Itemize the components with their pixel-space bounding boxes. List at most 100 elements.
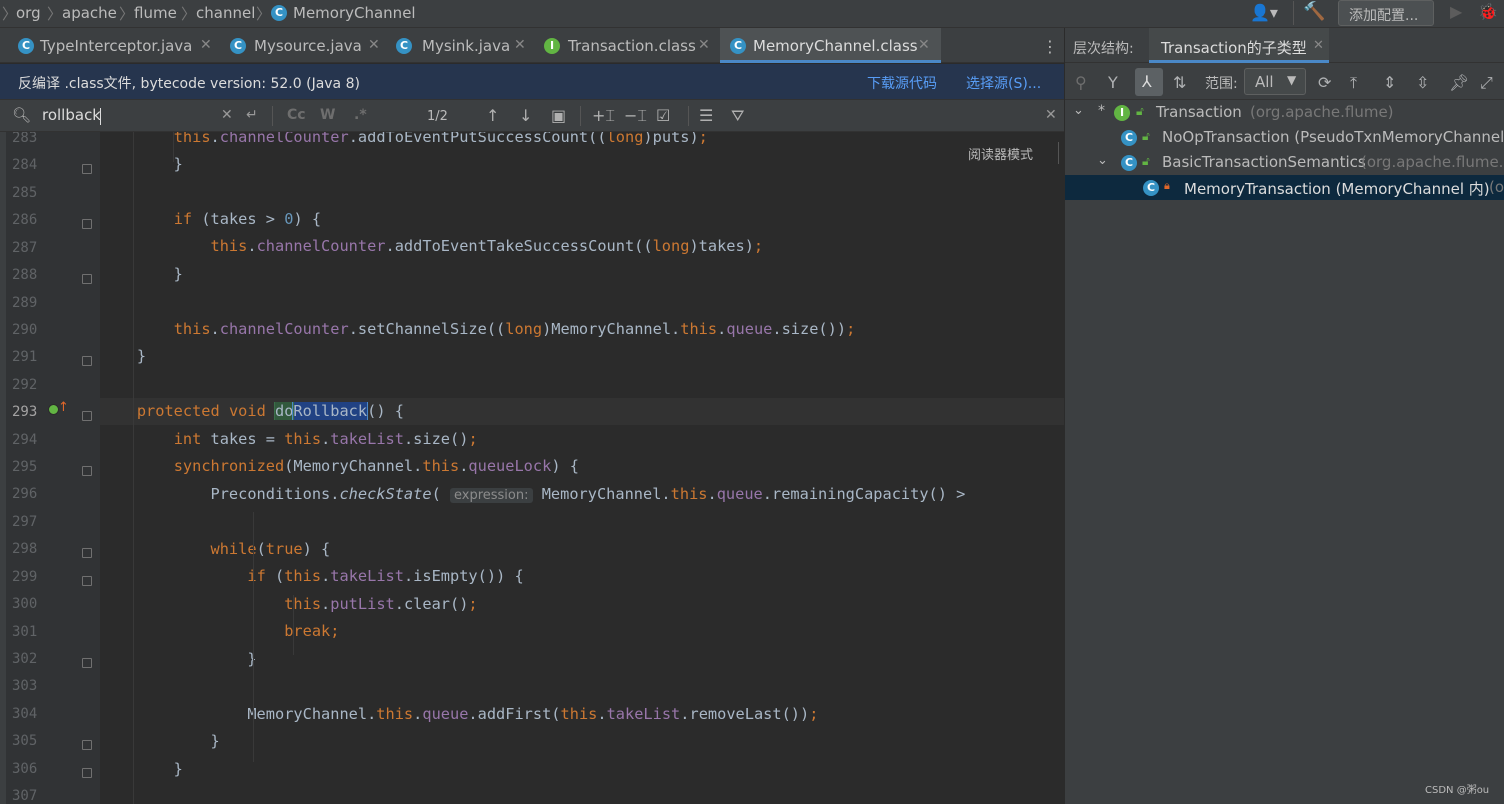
tree-item-memory-transaction[interactable]: C 🔒︎ MemoryTransaction (MemoryChannel 内)… <box>1065 175 1504 200</box>
line-number: 297 <box>12 513 38 530</box>
tree-item-package: (org.apache.flume.c <box>1361 153 1504 171</box>
fold-marker-icon[interactable] <box>82 411 92 422</box>
whole-word-toggle[interactable]: W <box>320 107 335 123</box>
tab-transaction[interactable]: I Transaction.class ✕ <box>536 28 720 63</box>
fold-marker-icon[interactable] <box>82 575 92 586</box>
tab-typeinterceptor[interactable]: C TypeInterceptor.java ✕ <box>12 28 224 63</box>
new-line-icon[interactable]: ↵ <box>246 107 258 123</box>
scope-value: All <box>1255 73 1274 91</box>
ide-window: 〉 org 〉 apache 〉 flume 〉 channel 〉 C Mem… <box>0 0 1504 804</box>
subtypes-toggle[interactable]: ⅄ <box>1135 68 1163 96</box>
user-icon[interactable]: 👤▾ <box>1250 3 1278 22</box>
close-search-icon[interactable]: ✕ <box>1045 107 1057 123</box>
match-case-toggle[interactable]: Cc <box>287 107 306 123</box>
select-all-occurrences-icon[interactable]: ▣ <box>551 106 566 125</box>
fold-marker-icon[interactable] <box>82 356 92 367</box>
tab-transaction-subtypes[interactable]: Transaction的子类型 <box>1149 28 1329 63</box>
code-editor[interactable]: ↑ this.channelCounter.addToEventPutSucce… <box>0 132 1064 804</box>
close-icon[interactable]: ✕ <box>698 37 710 53</box>
build-hammer-icon[interactable]: 🔨 <box>1303 1 1325 22</box>
fold-marker-icon[interactable] <box>82 767 92 778</box>
tree-item-basic-transaction-semantics[interactable]: ⌄ C 🔓︎ BasicTransactionSemantics (org.ap… <box>1065 150 1504 175</box>
expand-all-icon[interactable]: ⇕ <box>1383 73 1396 92</box>
supertypes-icon[interactable]: Y <box>1108 73 1118 92</box>
tab-mysink[interactable]: C Mysink.java ✕ <box>390 28 536 63</box>
choose-source-link[interactable]: 选择源(S)... <box>966 73 1041 93</box>
debug-icon[interactable]: 🐞 <box>1478 2 1498 21</box>
sort-alphabetically-icon[interactable]: ⇅ <box>1173 73 1186 92</box>
next-occurrence-icon[interactable]: ↓ <box>519 106 532 125</box>
breadcrumb-org[interactable]: org <box>16 4 41 22</box>
breadcrumb-memorychannel[interactable]: MemoryChannel <box>293 4 416 22</box>
line-number: 291 <box>12 349 38 366</box>
tree-item-package: (o <box>1489 178 1504 196</box>
search-icon[interactable]: 🔍︎ <box>12 106 31 124</box>
tree-item-transaction[interactable]: ⌄ * I 🔓︎ Transaction (org.apache.flume) <box>1065 100 1504 125</box>
hierarchy-tab-label: Transaction的子类型 <box>1161 39 1307 57</box>
line-number: 293 <box>12 404 38 421</box>
open-in-editor-icon[interactable]: ⤢ <box>1480 73 1493 93</box>
close-icon[interactable]: ✕ <box>514 37 526 53</box>
fold-marker-icon[interactable] <box>82 274 92 285</box>
more-tabs-icon[interactable]: ⋮ <box>1042 28 1058 63</box>
line-number: 295 <box>12 459 38 476</box>
export-icon[interactable]: ⤒ <box>1350 73 1357 93</box>
refresh-icon[interactable]: ⟳ <box>1318 73 1331 92</box>
project-panel-edge[interactable] <box>0 132 6 804</box>
fold-marker-icon[interactable] <box>82 164 92 175</box>
scope-select[interactable]: All ▼ <box>1244 68 1306 95</box>
class-icon: C <box>396 38 412 54</box>
pin-icon[interactable]: 📌︎ <box>1449 73 1469 92</box>
close-icon[interactable]: ✕ <box>368 37 380 53</box>
chevron-right-icon: 〉 <box>181 5 197 23</box>
fold-marker-icon[interactable] <box>82 548 92 559</box>
hierarchy-panel: 层次结构: Transaction的子类型 ✕ ⚲ Y ⅄ ⇅ 范围: All … <box>1064 28 1504 804</box>
tab-mysource[interactable]: C Mysource.java ✕ <box>224 28 390 63</box>
tree-item-noop-transaction[interactable]: C 🔓︎ NoOpTransaction (PseudoTxnMemoryCha… <box>1065 125 1504 150</box>
fold-marker-icon[interactable] <box>82 740 92 751</box>
class-icon: C <box>271 5 287 21</box>
match-count: 1/2 <box>427 109 448 124</box>
navigation-bar: 〉 org 〉 apache 〉 flume 〉 channel 〉 C Mem… <box>0 0 1504 28</box>
close-icon[interactable]: ✕ <box>918 37 930 53</box>
decompile-info: 反编译 .class文件, bytecode version: 52.0 (Ja… <box>18 76 360 92</box>
toggle-selection-icon[interactable]: ☑ <box>656 106 670 125</box>
override-arrow-icon[interactable]: ↑ <box>58 400 69 415</box>
close-icon[interactable]: ✕ <box>200 37 212 53</box>
lock-open-icon: 🔓︎ <box>1142 154 1150 168</box>
collapse-all-icon[interactable]: ⇳ <box>1416 73 1429 92</box>
lock-open-icon: 🔓︎ <box>1142 129 1150 143</box>
hierarchy-toolbar: ⚲ Y ⅄ ⇅ 范围: All ▼ ⟳ ⤒ ⇕ ⇳ 📌︎ ⤢ <box>1065 64 1504 100</box>
line-number: 284 <box>12 157 38 174</box>
type-hierarchy-icon[interactable]: ⚲ <box>1075 73 1087 92</box>
tab-memorychannel[interactable]: C MemoryChannel.class ✕ <box>720 28 941 63</box>
tab-label: TypeInterceptor.java <box>40 37 193 55</box>
parameter-hint: expression: <box>449 488 533 503</box>
breadcrumb-flume[interactable]: flume <box>134 4 177 22</box>
search-input[interactable]: rollback <box>42 106 101 124</box>
fold-marker-icon[interactable] <box>82 219 92 230</box>
breadcrumb-apache[interactable]: apache <box>62 4 117 22</box>
fold-marker-icon[interactable] <box>82 657 92 668</box>
line-number: 306 <box>12 760 38 777</box>
filter-lines-icon[interactable]: ☰ <box>699 106 713 125</box>
tab-label: Mysink.java <box>422 37 511 55</box>
hierarchy-title: 层次结构: <box>1073 41 1134 57</box>
previous-occurrence-icon[interactable]: ↑ <box>486 106 499 125</box>
clear-search-icon[interactable]: ✕ <box>221 107 233 123</box>
line-number: 303 <box>12 678 38 695</box>
line-number: 299 <box>12 568 38 585</box>
regex-toggle[interactable]: .* <box>354 107 367 123</box>
run-icon[interactable]: ▶ <box>1450 2 1462 21</box>
add-config-button[interactable]: 添加配置... <box>1338 0 1434 26</box>
remove-selection-icon[interactable]: −⌶ <box>624 106 647 126</box>
reader-mode-toggle[interactable]: 阅读器模式 <box>968 144 1033 163</box>
add-selection-icon[interactable]: +⌶ <box>592 106 615 126</box>
filter-icon[interactable]: ⛛ <box>731 106 744 126</box>
breadcrumb-channel[interactable]: channel <box>196 4 255 22</box>
class-icon: C <box>230 38 246 54</box>
fold-marker-icon[interactable] <box>82 466 92 477</box>
download-source-link[interactable]: 下载源代码 <box>867 73 937 93</box>
chevron-right-icon: 〉 <box>2 5 18 23</box>
close-icon[interactable]: ✕ <box>1313 38 1324 53</box>
